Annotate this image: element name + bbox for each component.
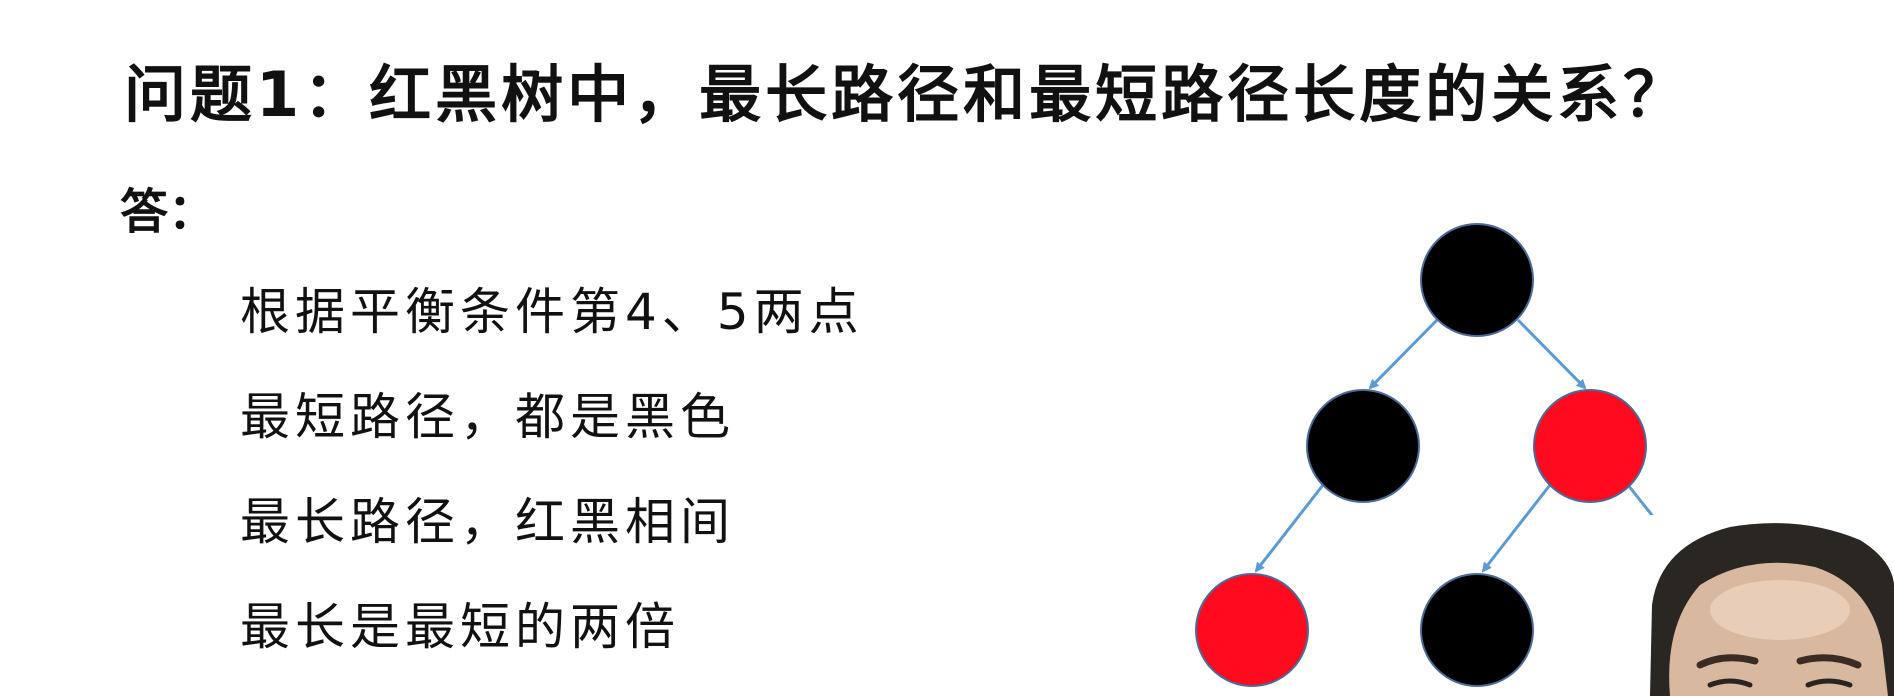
slide: 问题1：红黑树中，最长路径和最短路径长度的关系？ 答： 根据平衡条件第4、5两点…: [0, 0, 1894, 696]
answer-lines: 根据平衡条件第4、5两点 最短路径，都是黑色 最长路径，红黑相间 最长是最短的两…: [240, 282, 864, 696]
tree-node-right: [1533, 389, 1647, 503]
tree-node-left-left: [1195, 573, 1309, 687]
answer-line-2: 最短路径，都是黑色: [240, 388, 735, 446]
edge-root-left: [1368, 318, 1439, 390]
edge-right-leftchild: [1481, 484, 1552, 573]
edge-left-leftchild: [1254, 484, 1325, 573]
tree-node-root: [1420, 223, 1534, 337]
tree-node-right-left: [1420, 573, 1534, 687]
edge-root-right: [1516, 318, 1587, 390]
tree-node-left: [1306, 389, 1420, 503]
answer-line-1: 根据平衡条件第4、5两点: [240, 283, 864, 341]
red-black-tree-diagram: [1195, 223, 1692, 687]
presenter-webcam-overlay: [1630, 515, 1894, 696]
answer-line-3: 最长路径，红黑相间: [240, 493, 735, 551]
answer-line-4: 最长是最短的两倍: [240, 598, 680, 656]
answer-label: 答：: [120, 184, 217, 240]
question-title: 问题1：红黑树中，最长路径和最短路径长度的关系？: [124, 58, 1690, 131]
